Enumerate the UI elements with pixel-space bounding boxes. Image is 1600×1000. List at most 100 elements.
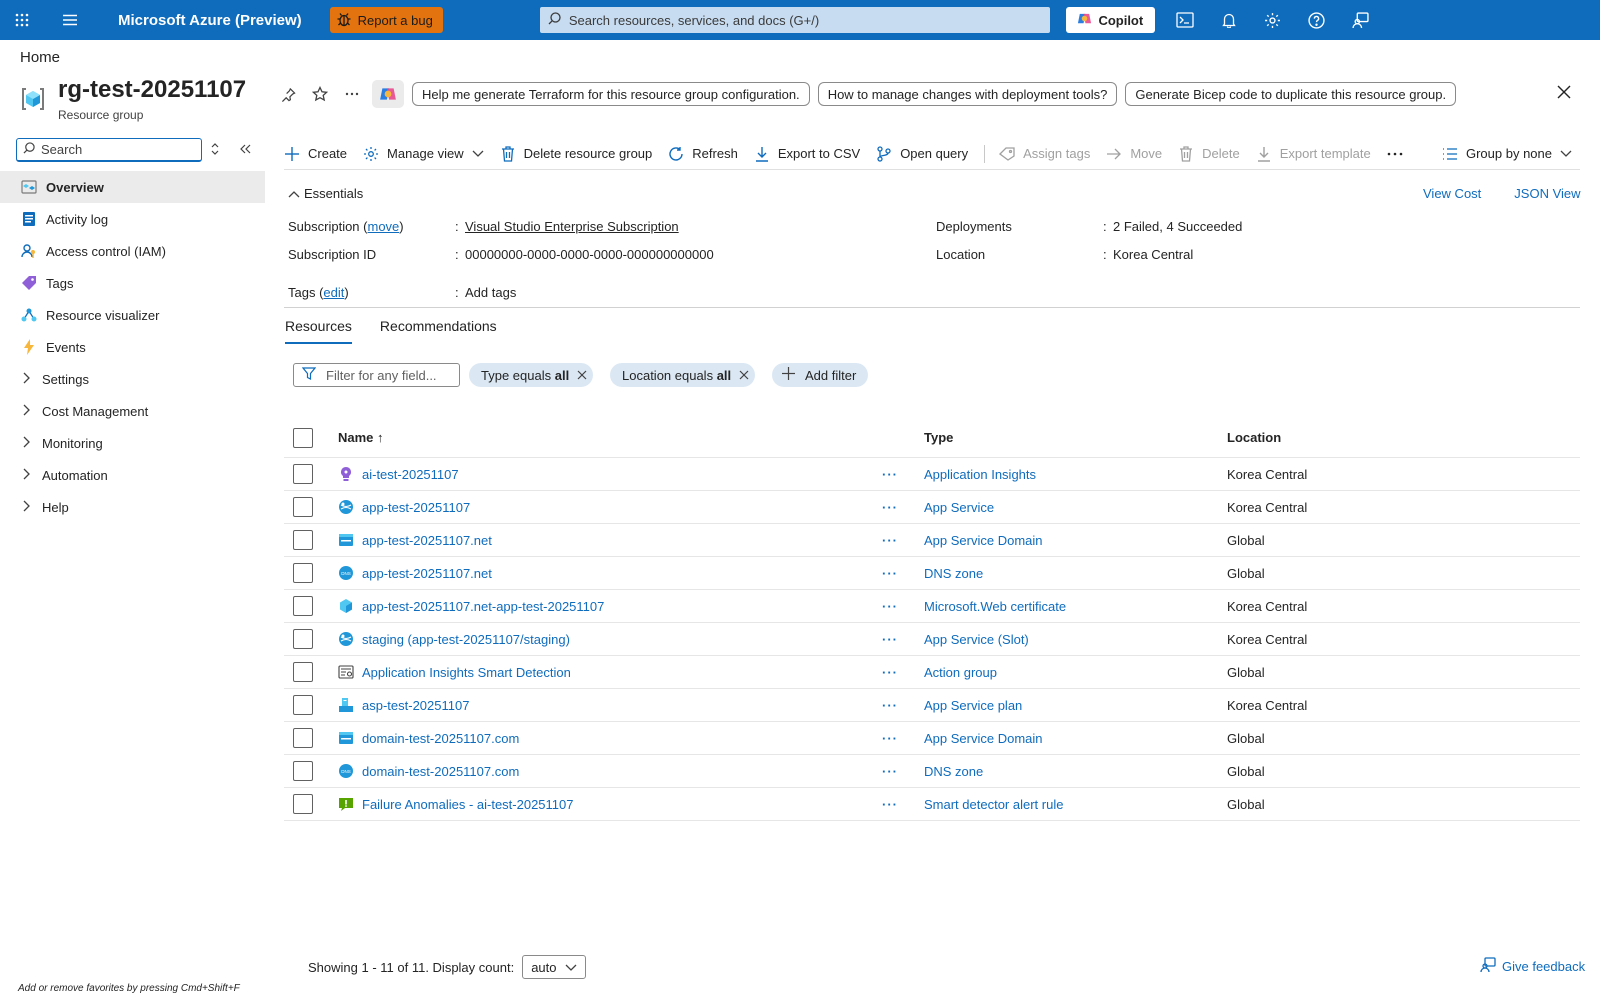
delete-button[interactable]: Delete [1178, 145, 1240, 162]
sidebar-search-input[interactable]: Search [16, 138, 202, 162]
create-button[interactable]: Create [284, 146, 347, 162]
sidebar-group-automation[interactable]: Automation [0, 459, 265, 491]
sidebar-group-help[interactable]: Help [0, 491, 265, 523]
cloud-shell-icon[interactable] [1163, 0, 1207, 40]
resource-name-link[interactable]: app-test-20251107.net-app-test-20251107 [362, 599, 604, 614]
json-view-link[interactable]: JSON View [1514, 186, 1580, 201]
row-more-icon[interactable]: ··· [878, 665, 902, 680]
row-checkbox[interactable] [293, 464, 313, 484]
resource-name-link[interactable]: app-test-20251107.net [362, 566, 492, 581]
sidebar-item-events[interactable]: Events [0, 331, 265, 363]
resource-name-link[interactable]: Application Insights Smart Detection [362, 665, 571, 680]
settings-gear-icon[interactable] [1251, 0, 1295, 40]
delete-resource-group-button[interactable]: Delete resource group [500, 145, 652, 162]
global-search-input[interactable]: Search resources, services, and docs (G+… [539, 7, 1050, 33]
edit-tags-link[interactable]: edit [323, 285, 344, 300]
table-row[interactable]: Failure Anomalies - ai-test-20251107 ··· S… [284, 788, 1580, 821]
name-column-header[interactable]: Name ↑ [338, 430, 384, 445]
app-launcher-icon[interactable] [0, 0, 44, 40]
resource-type-link[interactable]: Action group [924, 665, 997, 680]
sidebar-item-overview[interactable]: Overview [0, 171, 265, 203]
resource-type-link[interactable]: App Service Domain [924, 533, 1043, 548]
select-all-checkbox[interactable] [293, 427, 313, 448]
view-cost-link[interactable]: View Cost [1423, 186, 1481, 201]
row-more-icon[interactable]: ··· [878, 599, 902, 614]
group-by-dropdown[interactable]: Group by none [1442, 146, 1572, 162]
resource-name-link[interactable]: domain-test-20251107.com [362, 764, 519, 779]
table-row[interactable]: domain-test-20251107.com ··· App Service D… [284, 722, 1580, 755]
copilot-prompt-deployment[interactable]: How to manage changes with deployment to… [817, 82, 1118, 106]
resource-type-link[interactable]: DNS zone [924, 764, 983, 779]
resource-type-link[interactable]: Microsoft.Web certificate [924, 599, 1066, 614]
sidebar-item-tags[interactable]: Tags [0, 267, 265, 299]
resource-type-link[interactable]: App Service [924, 500, 994, 515]
resource-type-link[interactable]: App Service plan [924, 698, 1022, 713]
export-csv-button[interactable]: Export to CSV [754, 146, 860, 162]
row-checkbox[interactable] [293, 530, 313, 550]
row-more-icon[interactable]: ··· [878, 566, 902, 581]
move-subscription-link[interactable]: move [368, 219, 400, 234]
portal-menu-icon[interactable] [48, 0, 92, 40]
type-column-header[interactable]: Type [924, 430, 953, 445]
move-button[interactable]: Move [1106, 146, 1162, 162]
row-checkbox[interactable] [293, 497, 313, 517]
sidebar-group-cost-management[interactable]: Cost Management [0, 395, 265, 427]
resource-name-link[interactable]: app-test-20251107 [362, 500, 470, 515]
location-column-header[interactable]: Location [1227, 430, 1281, 445]
row-more-icon[interactable]: ··· [878, 500, 902, 515]
expand-collapse-icon[interactable] [206, 140, 224, 158]
add-tags-link[interactable]: Add tags [465, 285, 516, 300]
copilot-prompt-icon[interactable] [372, 80, 404, 108]
sidebar-group-monitoring[interactable]: Monitoring [0, 427, 265, 459]
row-more-icon[interactable]: ··· [878, 467, 902, 482]
tab-recommendations[interactable]: Recommendations [380, 318, 497, 344]
sidebar-group-settings[interactable]: Settings [0, 363, 265, 395]
more-commands-icon[interactable] [1387, 152, 1403, 156]
remove-filter-icon[interactable] [739, 368, 749, 383]
resource-type-link[interactable]: App Service Domain [924, 731, 1043, 746]
row-checkbox[interactable] [293, 662, 313, 682]
resource-type-link[interactable]: Application Insights [924, 467, 1036, 482]
display-count-select[interactable]: auto [522, 955, 587, 979]
report-bug-button[interactable]: Report a bug [329, 7, 443, 33]
portal-brand[interactable]: Microsoft Azure (Preview) [118, 12, 302, 29]
table-row[interactable]: staging (app-test-20251107/staging) ··· Ap… [284, 623, 1580, 656]
resource-name-link[interactable]: asp-test-20251107 [362, 698, 469, 713]
table-row[interactable]: Application Insights Smart Detection ··· A… [284, 656, 1580, 689]
row-checkbox[interactable] [293, 761, 313, 781]
table-row[interactable]: DNS domain-test-20251107.com ··· DNS zone Gl… [284, 755, 1580, 788]
resource-name-link[interactable]: ai-test-20251107 [362, 467, 459, 482]
row-more-icon[interactable]: ··· [878, 764, 902, 779]
export-template-button[interactable]: Export template [1256, 146, 1371, 162]
remove-filter-icon[interactable] [577, 368, 587, 383]
table-row[interactable]: app-test-20251107.net-app-test-20251107 ·… [284, 590, 1580, 623]
row-more-icon[interactable]: ··· [878, 698, 902, 713]
resource-type-link[interactable]: App Service (Slot) [924, 632, 1029, 647]
help-icon[interactable] [1295, 0, 1339, 40]
breadcrumb-home[interactable]: Home [20, 49, 60, 66]
resource-name-link[interactable]: staging (app-test-20251107/staging) [362, 632, 570, 647]
add-filter-button[interactable]: Add filter [772, 363, 869, 387]
favorite-star-icon[interactable] [308, 82, 332, 106]
row-checkbox[interactable] [293, 695, 313, 715]
feedback-person-icon[interactable] [1339, 0, 1383, 40]
row-more-icon[interactable]: ··· [878, 632, 902, 647]
close-icon[interactable] [1554, 82, 1574, 102]
type-filter-pill[interactable]: Type equals all [469, 363, 594, 387]
deployments-link[interactable]: 2 Failed, 4 Succeeded [1113, 219, 1242, 234]
table-row[interactable]: ai-test-20251107 ··· Application Insights K… [284, 458, 1580, 491]
copilot-button[interactable]: Copilot [1065, 7, 1155, 33]
resource-type-link[interactable]: DNS zone [924, 566, 983, 581]
manage-view-button[interactable]: Manage view [363, 146, 484, 162]
row-more-icon[interactable]: ··· [878, 533, 902, 548]
collapse-sidebar-icon[interactable] [236, 140, 254, 158]
row-more-icon[interactable]: ··· [878, 731, 902, 746]
resource-type-link[interactable]: Smart detector alert rule [924, 797, 1063, 812]
open-query-button[interactable]: Open query [876, 145, 968, 162]
resource-name-link[interactable]: domain-test-20251107.com [362, 731, 519, 746]
pin-icon[interactable] [276, 82, 300, 106]
notifications-bell-icon[interactable] [1207, 0, 1251, 40]
tab-resources[interactable]: Resources [285, 318, 352, 344]
more-options-icon[interactable] [340, 82, 364, 106]
row-checkbox[interactable] [293, 596, 313, 616]
